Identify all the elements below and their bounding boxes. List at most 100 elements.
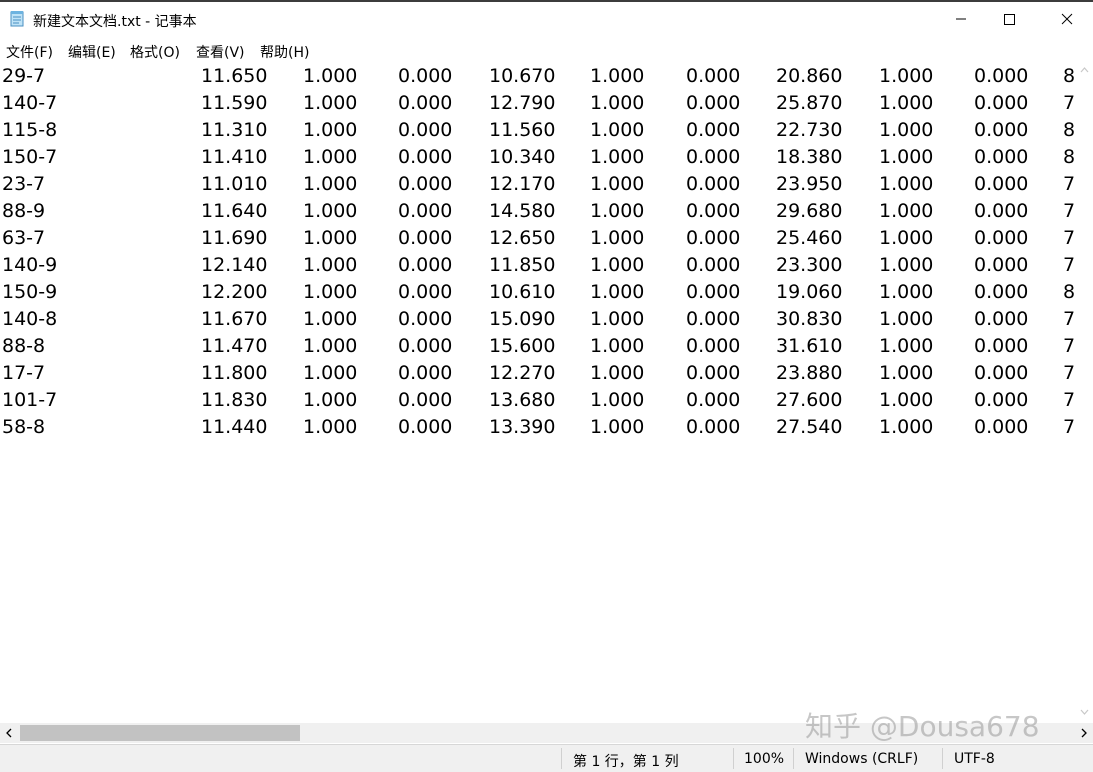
line-value: 25.870 xyxy=(776,92,843,114)
line-value: 1.000 xyxy=(590,200,645,222)
line-value: 8 xyxy=(1063,146,1076,168)
status-separator xyxy=(942,748,943,769)
menu-view[interactable]: 查看(V) xyxy=(196,42,245,62)
line-value: 12.650 xyxy=(489,227,556,249)
line-value: 1.000 xyxy=(879,173,934,195)
line-ending: Windows (CRLF) xyxy=(805,751,919,767)
maximize-icon xyxy=(1004,14,1015,25)
minimize-button[interactable] xyxy=(937,2,985,36)
line-value: 0.000 xyxy=(686,200,741,222)
line-value: 7 xyxy=(1063,200,1076,222)
line-value: 0.000 xyxy=(398,308,453,330)
text-line[interactable]: 88-8 11.470 1.000 0.000 15.600 1.000 0.000 31.6… xyxy=(0,333,1076,360)
menu-edit[interactable]: 编辑(E) xyxy=(68,42,116,62)
line-value: 0.000 xyxy=(974,335,1029,357)
text-line[interactable]: 140-8 11.670 1.000 0.000 15.090 1.000 0.000 30.… xyxy=(0,306,1076,333)
line-value: 20.860 xyxy=(776,65,843,87)
close-button[interactable] xyxy=(1043,2,1091,36)
line-value: 0.000 xyxy=(974,65,1029,87)
menu-file[interactable]: 文件(F) xyxy=(6,42,53,62)
line-value: 1.000 xyxy=(303,335,358,357)
line-value: 0.000 xyxy=(398,254,453,276)
text-line[interactable]: 150-7 11.410 1.000 0.000 10.340 1.000 0.000 18.… xyxy=(0,144,1076,171)
title-bar[interactable]: 新建文本文档.txt - 记事本 xyxy=(0,2,1093,36)
line-value: 1.000 xyxy=(303,227,358,249)
scroll-right-icon[interactable] xyxy=(1075,723,1093,743)
text-line[interactable]: 115-8 11.310 1.000 0.000 11.560 1.000 0.000 22.… xyxy=(0,117,1076,144)
line-value: 12.270 xyxy=(489,362,556,384)
line-value: 12.170 xyxy=(489,173,556,195)
line-value: 0.000 xyxy=(974,389,1029,411)
vertical-scrollbar[interactable] xyxy=(1076,63,1093,723)
line-value: 1.000 xyxy=(879,254,934,276)
line-value: 25.460 xyxy=(776,227,843,249)
text-line[interactable]: 101-7 11.830 1.000 0.000 13.680 1.000 0.000 27.… xyxy=(0,387,1076,414)
line-value: 11.470 xyxy=(201,335,268,357)
text-line[interactable]: 29-7 11.650 1.000 0.000 10.670 1.000 0.000 20.8… xyxy=(0,63,1076,90)
line-label: 58-8 xyxy=(2,416,46,438)
line-value: 0.000 xyxy=(686,92,741,114)
line-label: 115-8 xyxy=(2,119,58,141)
menu-format[interactable]: 格式(O) xyxy=(130,42,180,62)
line-label: 29-7 xyxy=(2,65,46,87)
line-value: 1.000 xyxy=(879,200,934,222)
text-line[interactable]: 63-7 11.690 1.000 0.000 12.650 1.000 0.000 25.4… xyxy=(0,225,1076,252)
line-value: 0.000 xyxy=(974,281,1029,303)
watermark: 知乎 @Dousa678 xyxy=(805,710,1040,743)
line-value: 27.600 xyxy=(776,389,843,411)
line-value: 11.830 xyxy=(201,389,268,411)
text-line[interactable]: 150-9 12.200 1.000 0.000 10.610 1.000 0.000 19.… xyxy=(0,279,1076,306)
maximize-button[interactable] xyxy=(985,2,1033,36)
line-value: 0.000 xyxy=(974,308,1029,330)
minimize-icon xyxy=(956,18,966,20)
line-value: 1.000 xyxy=(879,281,934,303)
line-value: 1.000 xyxy=(879,416,934,438)
line-value: 11.670 xyxy=(201,308,268,330)
text-line[interactable]: 17-7 11.800 1.000 0.000 12.270 1.000 0.000 23.8… xyxy=(0,360,1076,387)
line-label: 140-8 xyxy=(2,308,58,330)
line-value: 0.000 xyxy=(398,146,453,168)
line-value: 7 xyxy=(1063,362,1076,384)
line-value: 1.000 xyxy=(590,281,645,303)
line-value: 0.000 xyxy=(974,416,1029,438)
line-value: 1.000 xyxy=(590,227,645,249)
line-value: 1.000 xyxy=(303,200,358,222)
text-editor-area[interactable]: 29-7 11.650 1.000 0.000 10.670 1.000 0.000 20.8… xyxy=(0,63,1076,723)
line-value: 0.000 xyxy=(686,173,741,195)
line-value: 10.670 xyxy=(489,65,556,87)
line-value: 0.000 xyxy=(974,146,1029,168)
scroll-left-icon[interactable] xyxy=(0,723,18,743)
text-line[interactable]: 58-8 11.440 1.000 0.000 13.390 1.000 0.000 27.5… xyxy=(0,414,1076,441)
line-value: 0.000 xyxy=(974,173,1029,195)
line-value: 0.000 xyxy=(974,362,1029,384)
line-value: 0.000 xyxy=(974,227,1029,249)
line-value: 0.000 xyxy=(398,65,453,87)
line-value: 0.000 xyxy=(398,173,453,195)
line-value: 1.000 xyxy=(590,119,645,141)
line-value: 0.000 xyxy=(974,254,1029,276)
encoding: UTF-8 xyxy=(954,751,995,767)
line-label: 63-7 xyxy=(2,227,46,249)
scroll-up-icon[interactable] xyxy=(1076,63,1093,77)
horizontal-scroll-thumb[interactable] xyxy=(20,725,300,741)
line-value: 7 xyxy=(1063,335,1076,357)
text-line[interactable]: 88-9 11.640 1.000 0.000 14.580 1.000 0.000 29.6… xyxy=(0,198,1076,225)
line-label: 101-7 xyxy=(2,389,58,411)
line-value: 7 xyxy=(1063,389,1076,411)
text-line[interactable]: 140-9 12.140 1.000 0.000 11.850 1.000 0.000 23.… xyxy=(0,252,1076,279)
line-value: 1.000 xyxy=(879,308,934,330)
line-value: 27.540 xyxy=(776,416,843,438)
line-value: 7 xyxy=(1063,308,1076,330)
text-line[interactable]: 23-7 11.010 1.000 0.000 12.170 1.000 0.000 23.9… xyxy=(0,171,1076,198)
line-value: 1.000 xyxy=(303,308,358,330)
menu-help[interactable]: 帮助(H) xyxy=(260,42,309,62)
text-line[interactable]: 140-7 11.590 1.000 0.000 12.790 1.000 0.000 25.… xyxy=(0,90,1076,117)
scroll-down-icon[interactable] xyxy=(1076,705,1093,719)
status-separator xyxy=(561,748,562,769)
line-value: 0.000 xyxy=(398,389,453,411)
line-value: 13.680 xyxy=(489,389,556,411)
line-value: 1.000 xyxy=(879,362,934,384)
line-value: 12.200 xyxy=(201,281,268,303)
line-value: 11.560 xyxy=(489,119,556,141)
line-value: 7 xyxy=(1063,92,1076,114)
